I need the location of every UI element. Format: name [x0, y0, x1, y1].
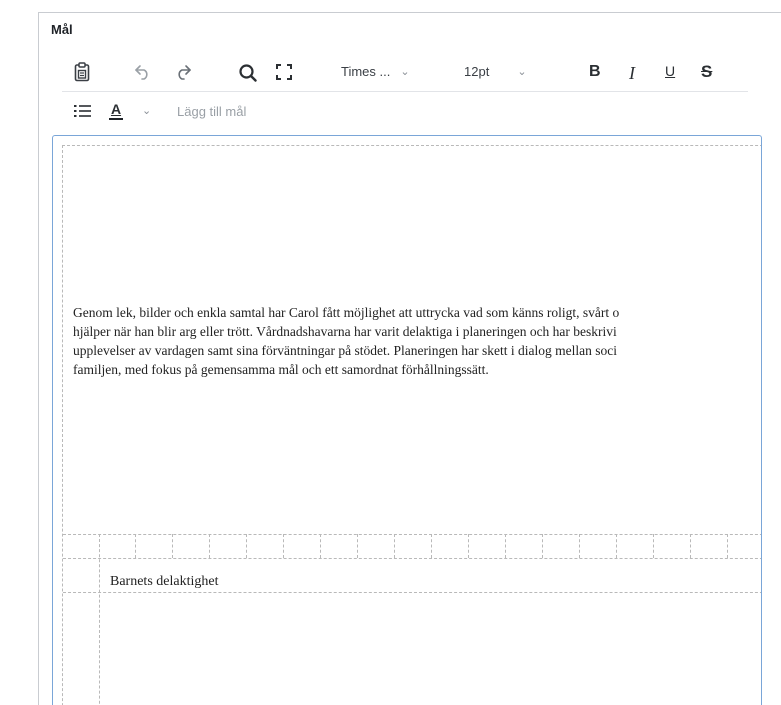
- section-heading: Barnets delaktighet: [110, 574, 219, 589]
- table-column-guide: [468, 534, 469, 558]
- toolbar-divider: [62, 91, 748, 92]
- table-column-guide: [505, 534, 506, 558]
- undo-button[interactable]: [134, 64, 152, 80]
- editor-toolbar-primary: Times ... ⌄ 12pt ⌄ B I U S: [62, 56, 748, 88]
- goal-paragraph: Genom lek, bilder och enkla samtal har C…: [73, 303, 761, 379]
- rich-text-editor[interactable]: Genom lek, bilder och enkla samtal har C…: [52, 135, 762, 705]
- document-body: Genom lek, bilder och enkla samtal har C…: [62, 145, 761, 705]
- strikethrough-icon: S: [701, 62, 713, 81]
- italic-button[interactable]: I: [629, 63, 635, 84]
- table-column-guide: [394, 534, 395, 558]
- font-size-select[interactable]: 12pt ⌄: [464, 64, 527, 79]
- table-column-guide: [357, 534, 358, 558]
- bold-button[interactable]: B: [589, 63, 601, 81]
- table-column-guide: [690, 534, 691, 558]
- text-color-button[interactable]: A: [109, 101, 123, 120]
- fullscreen-icon: [276, 64, 292, 80]
- table-column-guide: [209, 534, 210, 558]
- undo-icon: [134, 64, 152, 80]
- paragraph-line: familjen, med fokus på gemensamma mål oc…: [73, 362, 489, 377]
- table-column-guide: [246, 534, 247, 558]
- paragraph-line: hjälper när han blir arg eller trött. Vå…: [73, 324, 617, 339]
- strikethrough-button[interactable]: S: [701, 62, 712, 82]
- table-column-guide: [542, 534, 543, 558]
- bullet-list-icon: [74, 104, 92, 118]
- table-guide-line: [63, 558, 761, 559]
- table-column-guide: [579, 534, 580, 558]
- search-icon: [238, 63, 258, 83]
- text-color-icon: A: [110, 101, 122, 117]
- table-column-guide: [431, 534, 432, 558]
- text-color-dropdown[interactable]: ⌄: [142, 104, 151, 117]
- redo-button[interactable]: [174, 64, 192, 80]
- table-column-guide: [320, 534, 321, 558]
- font-family-value: Times ...: [341, 64, 391, 79]
- underline-button[interactable]: U: [665, 63, 675, 79]
- font-family-select[interactable]: Times ... ⌄: [341, 64, 410, 79]
- italic-icon: I: [629, 63, 635, 83]
- bullet-list-button[interactable]: [74, 104, 92, 118]
- add-goal-button[interactable]: Lägg till mål: [177, 104, 246, 119]
- bold-icon: B: [589, 63, 601, 80]
- font-size-value: 12pt: [464, 64, 490, 79]
- redo-icon: [174, 64, 192, 80]
- table-column-guide: [99, 534, 100, 705]
- table-column-guide: [172, 534, 173, 558]
- text-color-swatch: [109, 118, 123, 120]
- paragraph-line: Genom lek, bilder och enkla samtal har C…: [73, 305, 620, 320]
- chevron-down-icon: ⌄: [517, 66, 527, 78]
- table-column-guide: [135, 534, 136, 558]
- table-guide-line: [63, 592, 761, 593]
- underline-icon: U: [665, 63, 676, 79]
- field-label: Mål: [51, 22, 73, 37]
- paragraph-line: upplevelser av vardagen samt sina förvän…: [73, 343, 617, 358]
- table-column-guide: [616, 534, 617, 558]
- chevron-down-icon: ⌄: [142, 105, 152, 117]
- table-guide-line: [63, 534, 761, 535]
- table-column-guide: [653, 534, 654, 558]
- table-column-guide: [727, 534, 728, 558]
- chevron-down-icon: ⌄: [400, 66, 410, 78]
- editor-toolbar-secondary: A ⌄ Lägg till mål: [62, 96, 748, 128]
- table-column-guide: [283, 534, 284, 558]
- paste-icon: [74, 62, 90, 82]
- fullscreen-button[interactable]: [276, 64, 292, 80]
- paste-button[interactable]: [74, 62, 90, 82]
- search-button[interactable]: [238, 63, 258, 83]
